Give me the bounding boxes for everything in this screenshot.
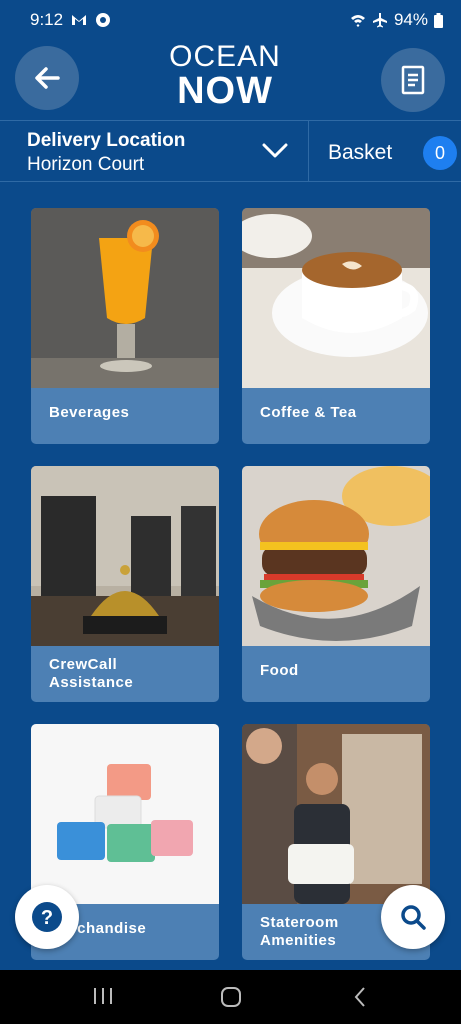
category-label: Food — [260, 662, 299, 679]
app-header: OCEAN NOW — [0, 40, 461, 118]
category-label: Beverages — [49, 404, 130, 421]
orders-button[interactable] — [381, 48, 445, 112]
chrome-icon — [96, 13, 111, 27]
divider — [308, 121, 309, 181]
home-icon[interactable] — [220, 986, 242, 1008]
back-button[interactable] — [15, 46, 79, 110]
delivery-bar: Delivery Location Horizon Court Basket 0 — [0, 120, 461, 182]
chevron-down-icon[interactable] — [262, 143, 288, 159]
back-nav-icon[interactable] — [352, 986, 368, 1008]
category-card-beverages[interactable]: Beverages — [31, 208, 219, 444]
system-nav-bar — [0, 970, 461, 1024]
logo-bottom-text: NOW — [177, 70, 273, 112]
status-bar: 9:12 94% — [0, 0, 461, 40]
category-label: Stateroom Amenities — [260, 914, 339, 950]
crewcall-assistance-image — [31, 466, 219, 646]
receipt-icon — [401, 65, 425, 95]
category-label-line2: Amenities — [260, 932, 337, 949]
help-icon: ? — [32, 902, 62, 932]
beverages-image — [31, 208, 219, 388]
category-label-line1: Stateroom — [260, 914, 339, 931]
category-label: Coffee & Tea — [260, 404, 357, 421]
battery-icon — [434, 12, 443, 28]
category-card-food[interactable]: Food — [242, 466, 430, 702]
help-button[interactable]: ? — [15, 885, 79, 949]
coffee-tea-image — [242, 208, 430, 388]
status-time: 9:12 — [30, 10, 64, 29]
delivery-location-value: Horizon Court — [27, 154, 145, 175]
svg-text:?: ? — [41, 907, 53, 929]
stateroom-amenities-image — [242, 724, 430, 904]
battery-level: 94% — [393, 10, 428, 29]
merchandise-image — [31, 724, 219, 904]
category-label-line2: Assistance — [49, 674, 134, 691]
basket-count-badge: 0 — [423, 136, 457, 170]
search-icon — [401, 905, 426, 930]
food-image — [242, 466, 430, 646]
airplane-icon — [372, 13, 387, 28]
recent-apps-icon[interactable] — [92, 986, 114, 1006]
logo-top-text: OCEAN — [169, 40, 281, 73]
category-label: CrewCall Assistance — [49, 656, 133, 692]
category-label-line1: CrewCall — [49, 656, 118, 673]
basket-button[interactable]: Basket — [328, 141, 392, 165]
category-card-coffee-tea[interactable]: Coffee & Tea — [242, 208, 430, 444]
delivery-location-label: Delivery Location — [27, 130, 186, 151]
gmail-icon — [72, 15, 87, 25]
search-button[interactable] — [381, 885, 445, 949]
back-arrow-icon — [35, 67, 60, 89]
wifi-icon — [350, 15, 365, 27]
delivery-location-selector[interactable]: Delivery Location Horizon Court — [27, 129, 185, 177]
category-card-crewcall-assistance[interactable]: CrewCall Assistance — [31, 466, 219, 702]
ocean-now-logo: OCEAN NOW — [160, 42, 290, 112]
